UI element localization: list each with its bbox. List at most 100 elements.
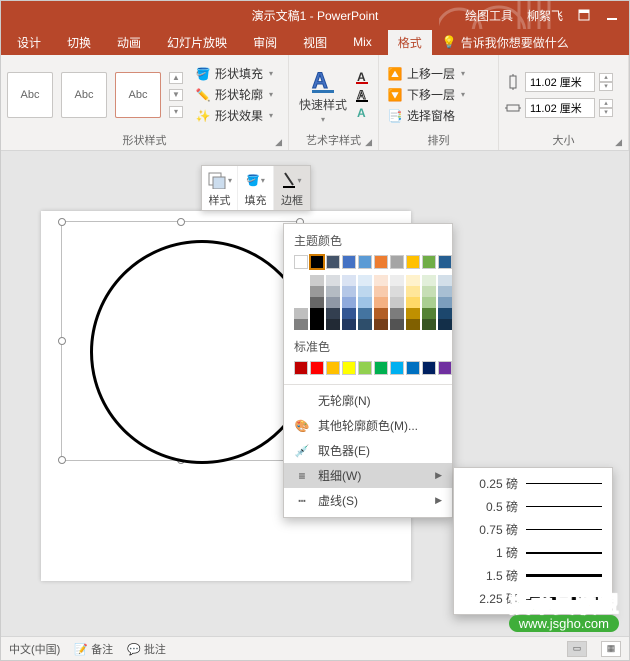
shade-swatch[interactable] [438,319,452,330]
style-thumb-1[interactable]: Abc [7,72,53,118]
more-colors-item[interactable]: 🎨其他轮廓颜色(M)... [284,413,452,438]
shape-fill-button[interactable]: 🪣形状填充▾ [193,64,275,83]
shade-swatch[interactable] [326,297,340,308]
theme-swatch[interactable] [422,255,436,269]
shade-swatch[interactable] [406,297,420,308]
standard-swatch[interactable] [310,361,324,375]
shade-swatch[interactable] [422,286,436,297]
selection-pane-button[interactable]: 📑选择窗格 [385,106,467,125]
width-spinner[interactable]: ▴▾ [599,99,613,117]
shade-swatch[interactable] [374,286,388,297]
shade-swatch[interactable] [310,275,324,286]
style-thumb-3[interactable]: Abc [115,72,161,118]
shade-swatch[interactable] [326,286,340,297]
shade-swatch[interactable] [422,275,436,286]
circle-shape[interactable] [90,240,314,464]
weight-item[interactable]: ≡粗细(W)▶ [284,463,452,488]
shade-swatch[interactable] [358,297,372,308]
shade-swatch[interactable] [358,286,372,297]
resize-handle-n[interactable] [177,218,185,226]
ribbon-display-button[interactable] [577,8,591,22]
theme-swatch[interactable] [310,255,324,269]
weight-option[interactable]: 2.25 磅 [454,587,612,610]
view-sorter-button[interactable]: ▦ [601,641,621,657]
resize-handle-nw[interactable] [58,218,66,226]
shade-swatch[interactable] [422,319,436,330]
shade-swatch[interactable] [406,308,420,319]
text-effects-button[interactable]: A [355,105,371,121]
shape-style-gallery[interactable]: Abc Abc Abc ▲▼▾ [7,72,183,118]
send-backward-button[interactable]: 🔽下移一层▾ [385,85,467,104]
theme-swatch[interactable] [390,255,404,269]
theme-swatch[interactable] [374,255,388,269]
text-fill-button[interactable]: A [355,69,371,85]
status-notes[interactable]: 📝 备注 [74,641,113,657]
shade-swatch[interactable] [310,286,324,297]
bring-forward-button[interactable]: 🔼上移一层▾ [385,64,467,83]
mini-outline-button[interactable]: ▾ 边框 [274,166,310,210]
theme-swatch[interactable] [342,255,356,269]
tab-mix[interactable]: Mix [343,31,382,53]
standard-swatch[interactable] [294,361,308,375]
resize-handle-sw[interactable] [58,456,66,464]
standard-swatch[interactable] [358,361,372,375]
shade-swatch[interactable] [390,275,404,286]
shade-swatch[interactable] [374,319,388,330]
shade-swatch[interactable] [358,308,372,319]
shade-swatch[interactable] [422,297,436,308]
shade-swatch[interactable] [294,286,308,297]
shade-swatch[interactable] [342,297,356,308]
shape-effects-button[interactable]: ✨形状效果▾ [193,106,275,125]
dashes-item[interactable]: ┉虚线(S)▶ [284,488,452,513]
weight-option[interactable]: 1 磅 [454,541,612,564]
shade-swatch[interactable] [406,286,420,297]
selection-box[interactable] [61,221,301,461]
tab-view[interactable]: 视图 [293,30,337,55]
status-comments[interactable]: 💬 批注 [127,641,166,657]
shade-swatch[interactable] [310,308,324,319]
shade-swatch[interactable] [310,297,324,308]
shade-swatch[interactable] [310,319,324,330]
shade-swatch[interactable] [342,286,356,297]
standard-swatch[interactable] [326,361,340,375]
shade-swatch[interactable] [358,275,372,286]
tell-me[interactable]: 💡 告诉我你想要做什么 [442,34,569,51]
minimize-button[interactable] [605,8,619,22]
tab-transition[interactable]: 切换 [57,30,101,55]
weight-option[interactable]: 0.5 磅 [454,495,612,518]
dialog-launcher-icon[interactable]: ◢ [365,137,372,148]
standard-swatch[interactable] [406,361,420,375]
standard-swatch[interactable] [374,361,388,375]
shade-swatch[interactable] [294,297,308,308]
no-outline-item[interactable]: 无轮廓(N) [284,388,452,413]
shape-outline-button[interactable]: ✏️形状轮廓▾ [193,85,275,104]
shade-swatch[interactable] [390,297,404,308]
style-thumb-2[interactable]: Abc [61,72,107,118]
status-lang[interactable]: 中文(中国) [9,641,60,657]
text-outline-button[interactable]: A [355,87,371,103]
resize-handle-w[interactable] [58,337,66,345]
tab-animation[interactable]: 动画 [107,30,151,55]
theme-swatch[interactable] [326,255,340,269]
dialog-launcher-icon[interactable]: ◢ [615,137,622,148]
theme-swatch[interactable] [438,255,452,269]
weight-option[interactable]: 1.5 磅 [454,564,612,587]
shade-swatch[interactable] [326,319,340,330]
shade-swatch[interactable] [374,308,388,319]
dialog-launcher-icon[interactable]: ◢ [275,137,282,148]
standard-swatch[interactable] [390,361,404,375]
quick-styles-button[interactable]: A 快速样式 ▾ [295,64,351,126]
theme-swatch[interactable] [358,255,372,269]
weight-option[interactable]: 0.25 磅 [454,472,612,495]
tab-design[interactable]: 设计 [7,30,51,55]
shade-swatch[interactable] [326,308,340,319]
standard-swatch[interactable] [342,361,356,375]
standard-swatch[interactable] [422,361,436,375]
shade-swatch[interactable] [438,297,452,308]
eyedropper-item[interactable]: 💉取色器(E) [284,438,452,463]
shade-swatch[interactable] [374,275,388,286]
shade-swatch[interactable] [294,275,308,286]
tab-slideshow[interactable]: 幻灯片放映 [157,30,237,55]
shade-swatch[interactable] [390,319,404,330]
weight-option[interactable]: 0.75 磅 [454,518,612,541]
